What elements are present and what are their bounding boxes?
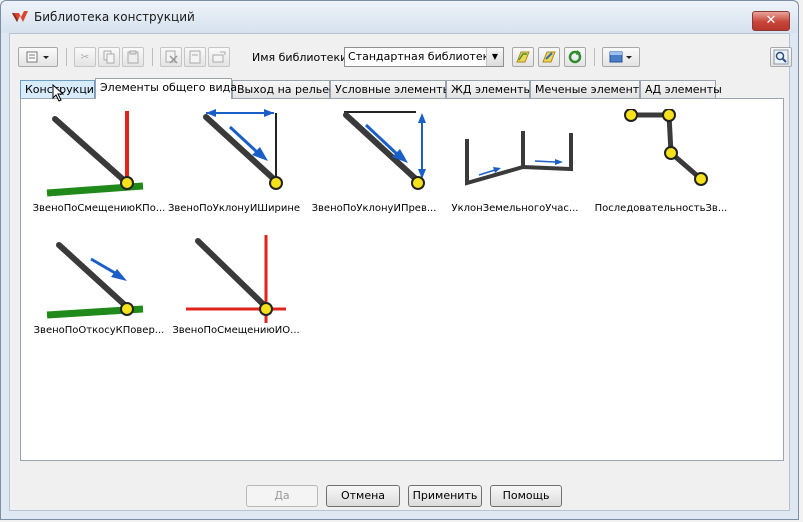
close-button[interactable]: ✕ <box>752 11 790 31</box>
item-label: ЗвеноПоСмещениюКПо... <box>32 203 166 214</box>
tab-road-elements[interactable]: АД элементы <box>640 80 722 98</box>
copy-icon <box>103 50 115 64</box>
offset-elevation-icon <box>186 235 286 323</box>
list-item[interactable]: ЗвеноПоСмещениюКПо... <box>29 109 169 224</box>
paste-button[interactable] <box>122 47 144 67</box>
open-library-button[interactable] <box>512 47 534 67</box>
cut-icon: ✂ <box>80 51 90 63</box>
item-label: ЗвеноПоСмещениюИО... <box>172 325 300 336</box>
refresh-icon <box>568 50 582 64</box>
delete-icon <box>165 50 178 64</box>
help-button[interactable]: Помощь <box>490 485 562 507</box>
cancel-button[interactable]: Отмена <box>326 485 400 507</box>
toolbar: ✂ Имя библиотеки: Стандартная библиотека… <box>18 44 792 70</box>
rename-button[interactable] <box>208 47 230 67</box>
library-select-value: Стандартная библиотека <box>348 50 496 63</box>
tab-conditional-elements[interactable]: Условные элементы <box>330 80 451 98</box>
search-icon <box>773 49 789 65</box>
apply-button[interactable]: Применить <box>408 485 482 507</box>
list-item[interactable]: ПоследовательностьЗв... <box>591 109 731 224</box>
library-select[interactable]: Стандартная библиотека ▼ <box>344 47 504 67</box>
library-folder-icon <box>516 51 530 63</box>
mouse-cursor-icon <box>52 84 65 102</box>
item-label: ЗвеноПоОткосуКПовер... <box>33 325 165 336</box>
tab-railway-elements[interactable]: ЖД элементы <box>446 80 532 98</box>
properties-icon <box>189 50 201 64</box>
view-menu-button[interactable] <box>602 47 640 67</box>
paste-icon <box>127 50 139 64</box>
slope-height-link-icon <box>343 111 426 190</box>
cut-button[interactable]: ✂ <box>74 47 96 67</box>
tab-tagged-elements[interactable]: Меченые элементы <box>530 80 648 98</box>
properties-button[interactable] <box>184 47 206 67</box>
copy-button[interactable] <box>98 47 120 67</box>
refresh-button[interactable] <box>564 47 586 67</box>
land-slope-icon <box>465 131 573 186</box>
list-item[interactable]: ЗвеноПоУклонуИШирине <box>164 109 304 224</box>
link-sequence-icon <box>624 109 708 186</box>
delete-button[interactable] <box>160 47 182 67</box>
library-name-label: Имя библиотеки: <box>252 51 351 64</box>
list-item[interactable]: ЗвеноПоУклонуИПрев... <box>304 109 444 224</box>
list-item[interactable]: УклонЗемельногоУчас... <box>445 109 585 224</box>
item-label: ЗвеноПоУклонуИПрев... <box>311 203 437 214</box>
rename-icon <box>212 51 226 63</box>
item-label: УклонЗемельногоУчас... <box>451 203 579 214</box>
tab-general-elements[interactable]: Элементы общего вида <box>95 78 237 99</box>
title-bar[interactable]: Библиотека конструкций ✕ <box>1 1 798 33</box>
elements-panel: ЗвеноПоСмещениюКПо... ЗвеноПоУклонуИШири… <box>20 98 784 461</box>
list-item[interactable]: ЗвеноПоСмещениюИО... <box>166 231 306 346</box>
tab-terrain-exit[interactable]: Выход на рельеф <box>232 80 338 98</box>
app-icon <box>12 11 28 22</box>
chevron-down-icon: ▼ <box>486 48 503 66</box>
edit-library-button[interactable] <box>538 47 560 67</box>
ok-button[interactable]: Да <box>246 485 318 507</box>
window-title: Библиотека конструкций <box>34 10 195 24</box>
library-edit-icon <box>542 51 556 63</box>
slope-to-surface-icon <box>46 242 144 319</box>
search-button[interactable] <box>770 47 792 67</box>
list-item[interactable]: ЗвеноПоОткосуКПовер... <box>29 231 169 346</box>
dialog-body: ✂ Имя библиотеки: Стандартная библиотека… <box>9 33 792 511</box>
offset-link-icon <box>46 111 144 197</box>
item-label: ПоследовательностьЗв... <box>594 203 728 214</box>
new-document-icon <box>26 51 49 63</box>
item-label: ЗвеноПоУклонуИШирине <box>167 203 301 214</box>
new-menu-button[interactable] <box>18 47 58 67</box>
view-icon <box>609 51 632 63</box>
library-window: Библиотека конструкций ✕ ✂ Имя библиотек… <box>0 0 799 520</box>
slope-width-link-icon <box>203 109 283 190</box>
